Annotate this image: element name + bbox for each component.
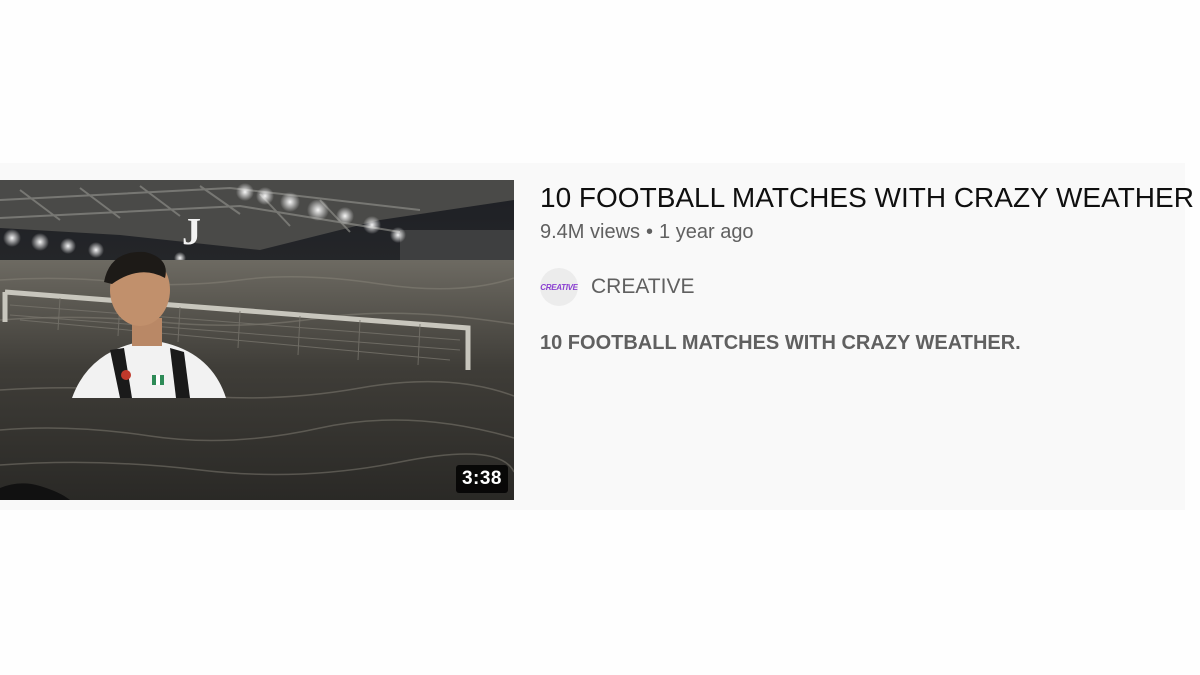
video-title[interactable]: 10 FOOTBALL MATCHES WITH CRAZY WEATHER [540, 180, 1194, 216]
channel-name[interactable]: CREATIVE [591, 275, 694, 299]
channel-avatar[interactable]: CREATIVE [540, 268, 578, 306]
video-info: 10 FOOTBALL MATCHES WITH CRAZY WEATHER 9… [540, 180, 1194, 355]
svg-text:J: J [182, 211, 201, 253]
meta-separator: • [646, 221, 654, 243]
video-result-card[interactable]: J 3:38 10 FOOTBALL MATCHES WITH CRAZY WE… [0, 163, 1194, 510]
video-metadata: 9.4M views • 1 year ago [540, 218, 1180, 246]
video-duration-badge: 3:38 [455, 465, 508, 493]
video-thumbnail[interactable]: J 3:38 [0, 180, 514, 500]
channel-row[interactable]: CREATIVE CREATIVE [540, 268, 1180, 306]
club-crest-icon: J [182, 211, 201, 253]
page: J 3:38 10 FOOTBALL MATCHES WITH CRAZY WE… [0, 0, 1200, 675]
video-description-snippet: 10 FOOTBALL MATCHES WITH CRAZY WEATHER. [540, 332, 1021, 354]
channel-avatar-logo: CREATIVE [540, 282, 578, 292]
upload-age: 1 year ago [659, 221, 754, 243]
thumbnail-image: J [0, 180, 514, 500]
view-count: 9.4M views [540, 221, 641, 243]
